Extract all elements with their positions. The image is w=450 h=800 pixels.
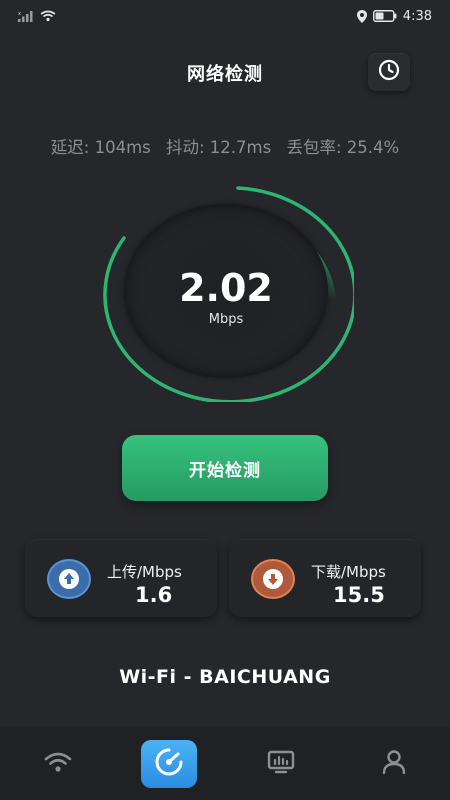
upload-value: 1.6 <box>135 583 173 607</box>
history-button[interactable] <box>368 53 410 91</box>
network-stats: 延迟: 104ms 抖动: 12.7ms 丢包率: 25.4% <box>0 134 450 158</box>
svg-text:x: x <box>18 11 21 17</box>
speed-unit: Mbps <box>208 312 244 327</box>
wifi-status-icon <box>40 10 56 22</box>
clock-icon <box>377 58 401 86</box>
upload-arrow-icon <box>47 559 91 599</box>
download-arrow-icon <box>251 559 295 599</box>
nav-profile[interactable] <box>366 741 422 787</box>
start-test-button[interactable]: 开始检测 <box>122 435 328 501</box>
bottom-nav <box>0 727 450 800</box>
jitter-stat: 抖动: 12.7ms <box>166 138 272 157</box>
download-value: 15.5 <box>333 583 385 607</box>
status-right: 4:38 <box>356 8 432 24</box>
packet-loss-stat: 丢包率: 25.4% <box>286 138 400 157</box>
speedometer-icon <box>154 747 184 781</box>
status-left: x <box>18 10 56 22</box>
speed-gauge: 2.02 Mbps <box>98 180 354 402</box>
status-time: 4:38 <box>402 8 432 24</box>
user-icon <box>382 749 406 779</box>
wifi-icon <box>44 751 72 777</box>
nav-monitor[interactable] <box>253 741 309 787</box>
nav-speed-test[interactable] <box>141 740 197 788</box>
upload-label: 上传/Mbps <box>107 563 182 581</box>
latency-stat: 延迟: 104ms <box>50 138 151 157</box>
monitor-icon <box>267 750 295 778</box>
download-card: 下载/Mbps 15.5 <box>229 539 421 617</box>
header: 网络检测 <box>0 48 450 96</box>
speed-value: 2.02 <box>179 266 273 310</box>
location-icon <box>356 9 367 23</box>
status-bar: x 4:38 <box>0 0 450 32</box>
upload-card: 上传/Mbps 1.6 <box>25 539 217 617</box>
download-label: 下载/Mbps <box>311 563 386 581</box>
network-name: Wi-Fi - BAICHUANG <box>119 666 331 688</box>
nav-wifi[interactable] <box>30 741 86 787</box>
cellular-signal-icon: x <box>18 10 34 22</box>
battery-icon <box>372 10 397 22</box>
